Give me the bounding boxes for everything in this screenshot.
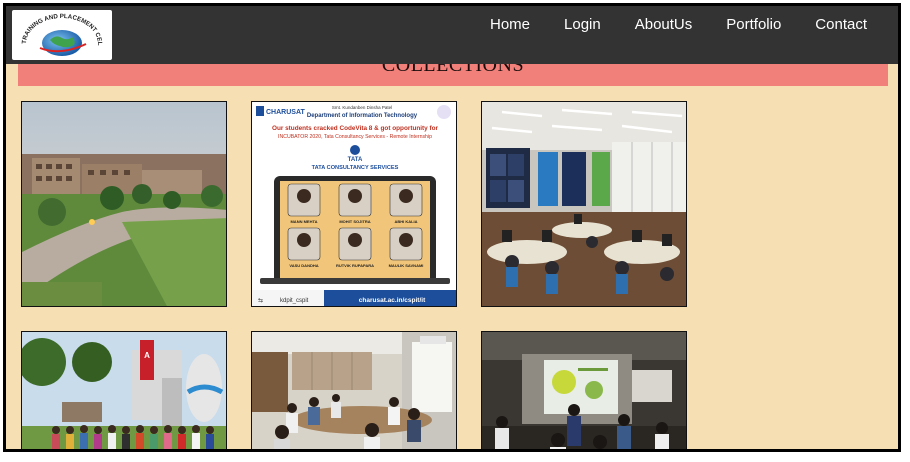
gallery-image-campus[interactable] xyxy=(21,101,227,307)
meeting-room-photo xyxy=(252,332,456,449)
svg-text:MAULIK SAVNAMI: MAULIK SAVNAMI xyxy=(389,263,424,268)
svg-text:Department of Information Tech: Department of Information Technology xyxy=(307,113,418,119)
campus-photo xyxy=(22,102,226,306)
nav-portfolio[interactable]: Portfolio xyxy=(709,14,798,35)
svg-text:kdpit_cspit: kdpit_cspit xyxy=(280,298,309,304)
svg-text:MANN MEHTA: MANN MEHTA xyxy=(290,219,317,224)
gallery-image-presentation[interactable] xyxy=(481,331,687,449)
nav-login[interactable]: Login xyxy=(547,14,618,35)
page-title: COLLECTIONS xyxy=(381,64,525,76)
nav-links: Home Login AboutUs Portfolio Contact xyxy=(473,14,884,35)
gallery-image-poster[interactable]: CHARUSAT Smt. Kundanben Dinsha Patel Dep… xyxy=(251,101,457,307)
presentation-room-photo xyxy=(482,332,686,449)
svg-text:RUTVIK RUPAPARA: RUTVIK RUPAPARA xyxy=(336,263,374,268)
gallery-image-meeting-room[interactable] xyxy=(251,331,457,449)
svg-text:TATA CONSULTANCY SERVICES: TATA CONSULTANCY SERVICES xyxy=(312,165,399,171)
logo[interactable]: TRAINING AND PLACEMENT CELL xyxy=(12,10,112,60)
svg-text:charusat.ac.in/cspit/it: charusat.ac.in/cspit/it xyxy=(359,297,426,304)
collections-banner: COLLECTIONS xyxy=(18,64,888,86)
svg-text:CHARUSAT: CHARUSAT xyxy=(266,109,305,116)
nav-home[interactable]: Home xyxy=(473,14,547,35)
svg-text:Smt. Kundanben Dinsha Patel: Smt. Kundanben Dinsha Patel xyxy=(332,105,392,110)
navbar: TRAINING AND PLACEMENT CELL Home Login A… xyxy=(6,6,898,64)
svg-text:Our students cracked CodeVita: Our students cracked CodeVita 8 & got op… xyxy=(272,125,439,132)
svg-text:A: A xyxy=(144,351,150,360)
svg-text:INCUBATOR 2020, Tata Consultan: INCUBATOR 2020, Tata Consultancy Service… xyxy=(278,134,432,140)
group-photo-outdoor: A xyxy=(22,332,226,449)
computer-lab-photo xyxy=(482,102,686,306)
svg-text:TATA: TATA xyxy=(348,157,363,163)
svg-text:VASU DANDHA: VASU DANDHA xyxy=(289,263,318,268)
nav-contact[interactable]: Contact xyxy=(798,14,884,35)
svg-text:⇆: ⇆ xyxy=(258,297,263,304)
svg-text:MOHIT SOJITRA: MOHIT SOJITRA xyxy=(339,219,370,224)
gallery-image-computer-lab[interactable] xyxy=(481,101,687,307)
page-frame: TRAINING AND PLACEMENT CELL Home Login A… xyxy=(3,3,901,452)
codevita-poster: CHARUSAT Smt. Kundanben Dinsha Patel Dep… xyxy=(252,102,456,306)
nav-aboutus[interactable]: AboutUs xyxy=(618,14,710,35)
svg-text:ABHI KALIA: ABHI KALIA xyxy=(394,219,417,224)
logo-globe-icon: TRAINING AND PLACEMENT CELL xyxy=(12,10,103,56)
gallery-image-group-outdoor[interactable]: A xyxy=(21,331,227,449)
